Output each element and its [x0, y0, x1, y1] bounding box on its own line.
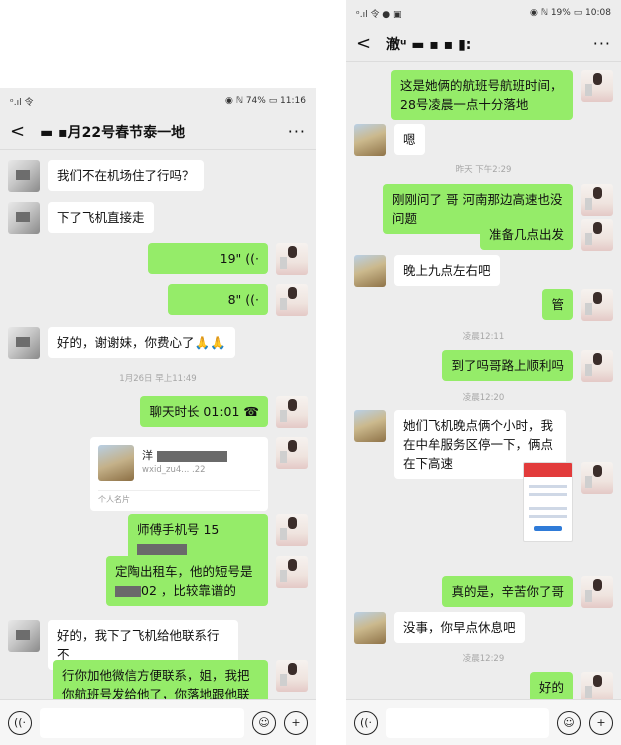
self-avatar[interactable] [276, 284, 308, 316]
message-bubble[interactable]: 这是她俩的航班号航班时间，28号凌晨一点十分落地 [391, 70, 573, 120]
chat-header: < 澈ᵘ ▬ ▪ ▪ ▮: ··· [346, 26, 621, 62]
input-bar: ((· ☺ + [346, 699, 621, 745]
back-icon[interactable]: < [356, 33, 386, 54]
signal-icon: ᵒ.ıl 令 ● ▣ [356, 9, 402, 20]
friend-avatar[interactable] [8, 202, 40, 234]
voice-input-icon[interactable]: ((· [354, 710, 378, 735]
self-avatar[interactable] [276, 396, 308, 428]
more-icon[interactable]: ··· [288, 122, 306, 141]
message-row: 19" ((· [0, 243, 316, 275]
friend-avatar[interactable] [8, 160, 40, 192]
emoji-icon[interactable]: ☺ [252, 710, 276, 735]
self-avatar[interactable] [276, 556, 308, 588]
self-avatar[interactable] [581, 576, 613, 608]
more-icon[interactable]: ··· [593, 34, 611, 53]
self-avatar[interactable] [276, 437, 308, 469]
chat-screen-right: ᵒ.ıl 令 ● ▣ ◉ ℕ 19% ▭ 10:08 < 澈ᵘ ▬ ▪ ▪ ▮:… [346, 0, 621, 745]
self-avatar[interactable] [581, 184, 613, 216]
chat-header: < ▬ ▪月22号春节泰一地 ··· [0, 114, 316, 150]
message-row: 好的，谢谢妹，你费心了🙏🙏 [0, 327, 316, 359]
contact-card[interactable]: 洋 wxid_zu4... .22 个人名片 [90, 437, 268, 511]
message-row: 管 [346, 289, 621, 321]
message-row: 这是她俩的航班号航班时间，28号凌晨一点十分落地 [346, 70, 621, 120]
message-input[interactable] [386, 707, 549, 738]
contact-card-name: 洋 [142, 447, 227, 463]
friend-avatar[interactable] [354, 255, 386, 287]
image-message[interactable] [523, 462, 573, 542]
message-row: 洋 wxid_zu4... .22 个人名片 [0, 437, 316, 511]
self-avatar[interactable] [581, 70, 613, 102]
status-bar: ᵒ.ıl 令 ● ▣ ◉ ℕ 19% ▭ 10:08 [346, 0, 621, 26]
timestamp: 凌晨12:20 [462, 393, 505, 403]
message-list[interactable]: 这是她俩的航班号航班时间，28号凌晨一点十分落地 嗯 昨天 下午2:29 刚刚问… [346, 62, 621, 699]
self-avatar[interactable] [581, 672, 613, 699]
status-bar: ᵒ.ıl 令 ◉ ℕ 74% ▭ 11:16 [0, 88, 316, 114]
contact-card-wxid: wxid_zu4... .22 [142, 465, 206, 475]
self-avatar[interactable] [581, 462, 613, 494]
timestamp: 凌晨12:11 [462, 332, 505, 342]
contact-card-label: 个人名片 [98, 490, 260, 505]
chat-title: ▬ ▪月22号春节泰一地 [40, 124, 186, 141]
message-bubble[interactable]: 定陶出租车，他的短号是 02 ，比较靠谱的 [106, 556, 268, 606]
message-row: 准备几点出发 [346, 219, 621, 251]
chat-title: 澈ᵘ ▬ ▪ ▪ ▮: [386, 36, 472, 53]
message-input[interactable] [40, 707, 244, 738]
timestamp: 1月26日 早上11:49 [119, 374, 197, 384]
friend-avatar[interactable] [354, 410, 386, 442]
input-bar: ((· ☺ + [0, 699, 316, 745]
message-bubble[interactable]: 没事，你早点休息吧 [394, 612, 525, 643]
message-row: 聊天时长 01:01 ☎ [0, 396, 316, 428]
message-row: 定陶出租车，他的短号是 02 ，比较靠谱的 [0, 556, 316, 606]
message-bubble[interactable]: 好的，谢谢妹，你费心了🙏🙏 [48, 327, 235, 358]
message-bubble[interactable]: 好的 [529, 672, 573, 699]
message-bubble[interactable]: 真的是，辛苦你了哥 [442, 576, 573, 607]
friend-avatar[interactable] [354, 124, 386, 156]
chat-screen-left: ᵒ.ıl 令 ◉ ℕ 74% ▭ 11:16 < ▬ ▪月22号春节泰一地 ··… [0, 88, 316, 745]
self-avatar[interactable] [276, 660, 308, 692]
message-row: 嗯 [346, 124, 621, 156]
message-row: 下了飞机直接走 [0, 202, 316, 234]
message-row: 到了吗哥路上顺利吗 [346, 350, 621, 382]
call-duration-message[interactable]: 聊天时长 01:01 ☎ [140, 396, 268, 427]
voice-message[interactable]: 19" ((· [148, 243, 268, 274]
self-avatar[interactable] [276, 243, 308, 275]
self-avatar[interactable] [581, 289, 613, 321]
plus-icon[interactable]: + [284, 710, 308, 735]
back-icon[interactable]: < [10, 121, 40, 142]
timestamp: 昨天 下午2:29 [455, 165, 512, 175]
message-row: 没事，你早点休息吧 [346, 612, 621, 644]
message-row: 晚上九点左右吧 [346, 255, 621, 287]
message-row: 好的 [346, 672, 621, 699]
message-bubble[interactable]: 管 [542, 289, 573, 320]
message-bubble[interactable]: 到了吗哥路上顺利吗 [442, 350, 573, 381]
status-right: ◉ ℕ 19% ▭ 10:08 [530, 8, 611, 18]
message-row: 我们不在机场住了行吗？ [0, 160, 316, 192]
contact-card-avatar [98, 445, 134, 481]
image-header [524, 463, 572, 477]
friend-avatar[interactable] [8, 620, 40, 652]
signal-icon: ᵒ.ıl 令 [10, 97, 34, 108]
message-row: 8" ((· [0, 284, 316, 316]
self-avatar[interactable] [581, 350, 613, 382]
message-row: 行你加他微信方便联系，姐，我把你航班号发给他了，你落地跟他联 [0, 660, 316, 699]
message-bubble[interactable]: 准备几点出发 [479, 219, 573, 250]
friend-avatar[interactable] [354, 612, 386, 644]
message-bubble[interactable]: 行你加他微信方便联系，姐，我把你航班号发给他了，你落地跟他联 [53, 660, 268, 699]
message-row: 真的是，辛苦你了哥 [346, 576, 621, 608]
status-right: ◉ ℕ 74% ▭ 11:16 [225, 96, 306, 106]
message-bubble[interactable]: 嗯 [394, 124, 425, 155]
self-avatar[interactable] [581, 219, 613, 251]
message-bubble[interactable]: 晚上九点左右吧 [394, 255, 500, 286]
voice-input-icon[interactable]: ((· [8, 710, 32, 735]
message-bubble[interactable]: 下了飞机直接走 [48, 202, 154, 233]
voice-message[interactable]: 8" ((· [168, 284, 268, 315]
friend-avatar[interactable] [8, 327, 40, 359]
self-avatar[interactable] [276, 514, 308, 546]
message-list[interactable]: 我们不在机场住了行吗？ 下了飞机直接走 19" ((· 8" ((· 好的，谢谢… [0, 150, 316, 699]
plus-icon[interactable]: + [589, 710, 613, 735]
message-bubble[interactable]: 我们不在机场住了行吗？ [48, 160, 204, 191]
emoji-icon[interactable]: ☺ [557, 710, 581, 735]
timestamp: 凌晨12:29 [462, 654, 505, 664]
message-row [346, 462, 621, 542]
